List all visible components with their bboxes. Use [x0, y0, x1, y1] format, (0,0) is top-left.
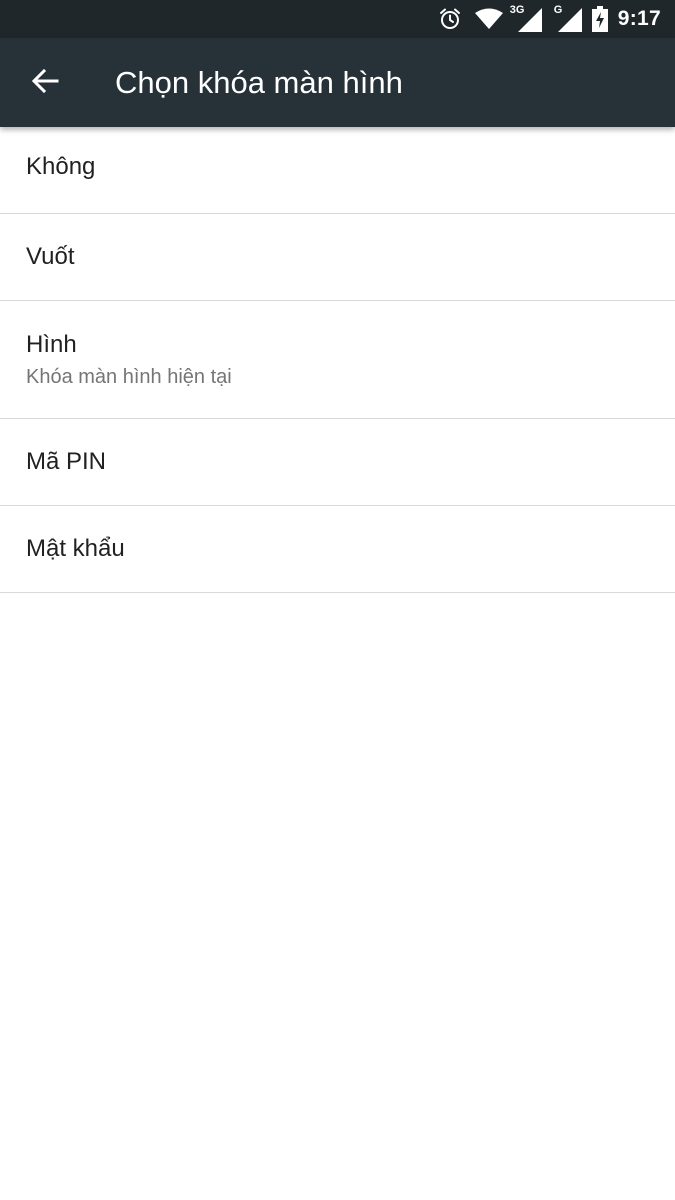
- screen-lock-options-list: Không Vuốt Hình Khóa màn hình hiện tại M…: [0, 127, 675, 593]
- status-clock: 9:17: [617, 7, 661, 30]
- alarm-icon: [438, 7, 462, 31]
- status-bar: 3G G 9:17: [0, 0, 675, 38]
- signal-3g-icon: 3G: [510, 5, 544, 33]
- option-swipe[interactable]: Vuốt: [0, 214, 675, 301]
- option-label: Vuốt: [26, 243, 75, 270]
- battery-charging-icon: [591, 6, 608, 32]
- status-icons: 3G G 9:17: [438, 0, 661, 38]
- option-pattern[interactable]: Hình Khóa màn hình hiện tại: [0, 301, 675, 419]
- option-none[interactable]: Không: [0, 127, 675, 214]
- app-bar: Chọn khóa màn hình: [0, 38, 675, 127]
- option-password[interactable]: Mật khẩu: [0, 506, 675, 593]
- arrow-back-icon: [31, 67, 59, 100]
- signal-g-icon: G: [554, 5, 584, 33]
- option-label: Hình: [26, 330, 77, 358]
- option-label: Không: [26, 153, 96, 180]
- back-button[interactable]: [20, 58, 70, 108]
- option-summary: Khóa màn hình hiện tại: [26, 365, 232, 388]
- option-label: Mã PIN: [26, 448, 107, 475]
- option-pin[interactable]: Mã PIN: [0, 419, 675, 506]
- wifi-icon: [474, 7, 504, 31]
- page-title: Chọn khóa màn hình: [115, 65, 403, 100]
- option-label: Mật khẩu: [26, 535, 125, 562]
